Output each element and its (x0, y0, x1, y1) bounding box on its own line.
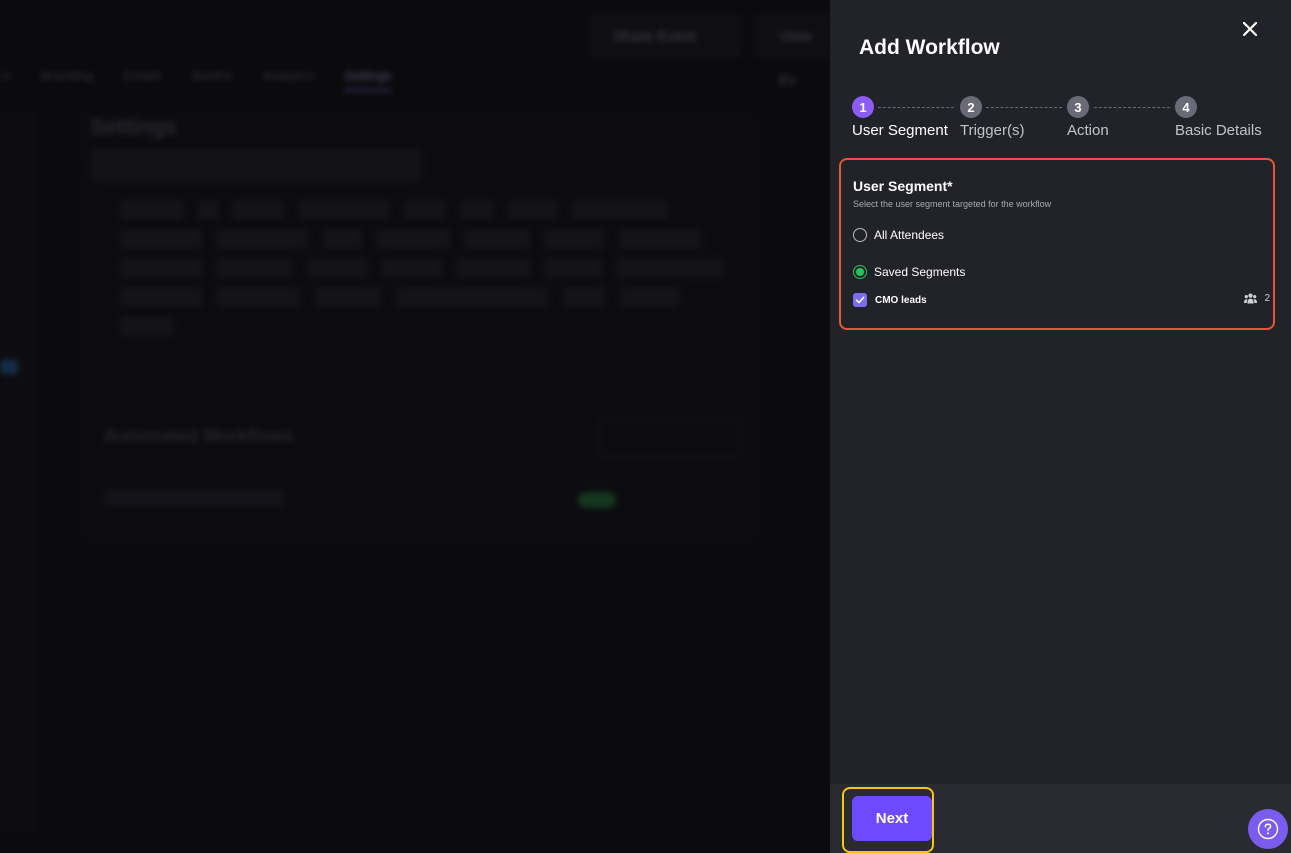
share-event-label: Share Event (613, 28, 696, 45)
saved-segments-radio[interactable] (853, 265, 867, 279)
help-button[interactable] (1248, 809, 1288, 849)
step-2-label[interactable]: Trigger(s) (960, 122, 1024, 139)
background-chips (120, 200, 740, 336)
cmo-leads-checkbox[interactable] (853, 293, 867, 307)
page-title: Settings (90, 114, 177, 139)
tab-booths: Booths (191, 68, 233, 83)
close-button[interactable] (1238, 17, 1262, 41)
cmo-leads-label: CMO leads (875, 294, 927, 306)
step-connector (1094, 107, 1170, 108)
close-icon (1243, 22, 1257, 36)
step-3-label[interactable]: Action (1067, 122, 1109, 139)
user-segment-section: User Segment* Select the user segment ta… (839, 158, 1275, 330)
step-connector (878, 107, 954, 108)
tab-settings: Settings (344, 68, 392, 91)
user-segment-heading: User Segment* (853, 178, 953, 194)
background-badge (0, 360, 18, 374)
background-tabs: rs Branding Emails Booths Analytics Sett… (0, 68, 392, 91)
segment-member-count: 2 (1244, 293, 1270, 304)
all-attendees-radio[interactable] (853, 228, 867, 242)
step-2-circle[interactable]: 2 (960, 96, 982, 118)
step-4-circle[interactable]: 4 (1175, 96, 1197, 118)
step-connector (986, 107, 1062, 108)
step-1-circle[interactable]: 1 (852, 96, 874, 118)
view-event-label: View Ev (779, 28, 812, 89)
people-icon (1244, 293, 1258, 304)
tab-emails: Emails (122, 68, 162, 83)
automated-workflows-title: Automated Workflows (104, 426, 294, 446)
background-add-workflow-button (598, 418, 740, 458)
checkmark-icon (855, 296, 865, 304)
add-workflow-drawer: Add Workflow 1 2 3 4 User Segment Trigge… (830, 0, 1291, 853)
step-4-label[interactable]: Basic Details (1175, 122, 1262, 139)
background-toggle (578, 492, 616, 508)
background-sidebar (0, 112, 38, 832)
workflow-stepper: 1 2 3 4 User Segment Trigger(s) Action B… (830, 96, 1291, 146)
all-attendees-option[interactable]: All Attendees (853, 228, 944, 242)
step-3-circle[interactable]: 3 (1067, 96, 1089, 118)
share-event-button: Share Event (590, 14, 740, 58)
saved-segment-item[interactable]: CMO leads 2 (853, 293, 1270, 307)
tab-rs: rs (0, 68, 11, 83)
drawer-title: Add Workflow (859, 36, 1000, 59)
user-segment-subtitle: Select the user segment targeted for the… (853, 199, 1052, 209)
step-1-label[interactable]: User Segment (852, 122, 948, 139)
next-button[interactable]: Next (852, 796, 932, 841)
background-workflow-row-name (104, 490, 284, 506)
segment-count-value: 2 (1264, 293, 1270, 304)
saved-segments-option[interactable]: Saved Segments (853, 265, 965, 279)
saved-segments-label: Saved Segments (874, 265, 966, 279)
all-attendees-label: All Attendees (874, 228, 945, 242)
background-search (90, 148, 422, 182)
help-icon (1257, 818, 1279, 840)
drawer-footer: Next (830, 784, 1291, 853)
tab-analytics: Analytics (262, 68, 315, 83)
background-page: Share Event View Ev rs Branding Emails B… (0, 0, 846, 853)
tab-branding: Branding (40, 68, 93, 83)
